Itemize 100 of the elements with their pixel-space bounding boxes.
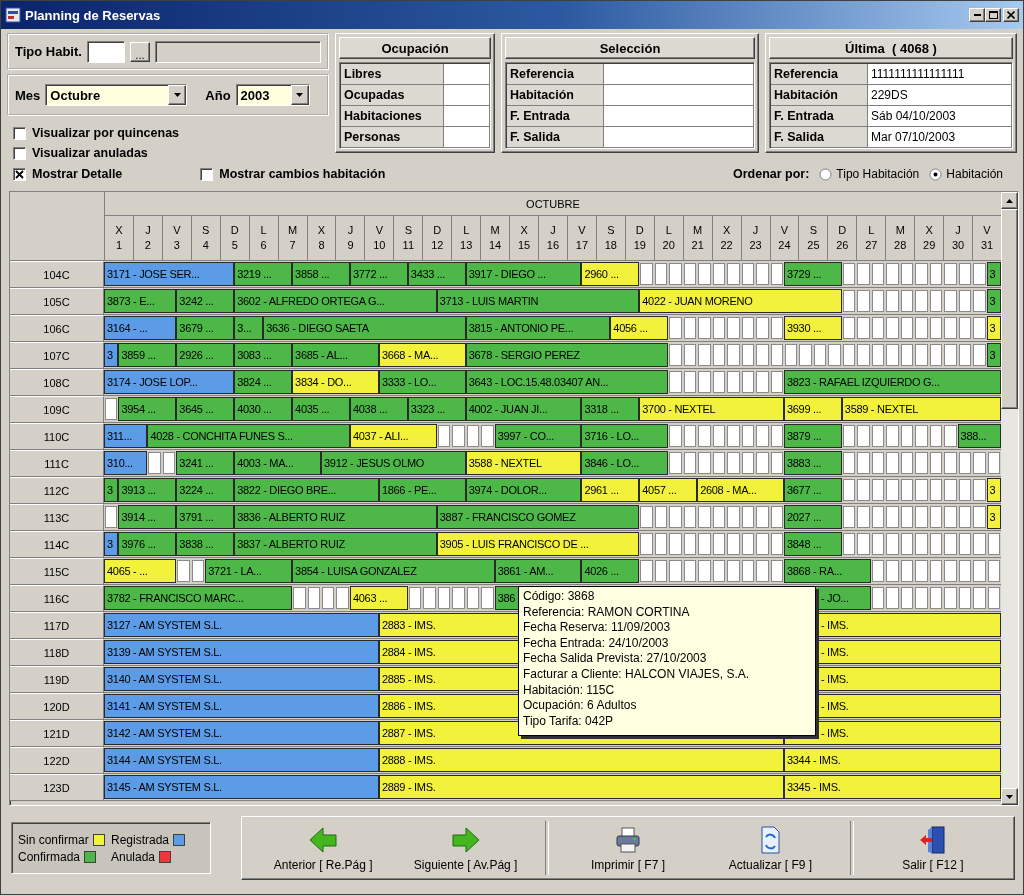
toolbar-button[interactable]: Imprimir [ F7 ] (556, 820, 700, 876)
checkbox-label[interactable]: Mostrar cambios habitación (219, 167, 386, 181)
booking-bar[interactable]: 3822 - DIEGO BRE... (234, 478, 379, 502)
booking-bar[interactable]: 4038 ... (349, 397, 408, 421)
booking-bar[interactable]: 4026 ... (581, 559, 640, 583)
booking-bar[interactable]: 3602 - ALFREDO ORTEGA G... (234, 289, 437, 313)
booking-bar[interactable]: 3848 ... (783, 532, 842, 556)
booking-bar[interactable]: 3345 - IMS. (783, 775, 1001, 799)
booking-bar[interactable]: 3344 - IMS. (783, 748, 1001, 772)
booking-bar[interactable]: 3912 - JESUS OLMO (321, 451, 466, 475)
month-dropdown[interactable]: Octubre (45, 84, 188, 106)
booking-bar[interactable]: 3 (986, 289, 1001, 313)
booking-bar[interactable]: 3861 - AM... (494, 559, 582, 583)
booking-bar[interactable]: 2961 ... (581, 478, 640, 502)
dropdown-arrow-button[interactable] (168, 85, 187, 105)
booking-bar[interactable]: 4030 ... (234, 397, 293, 421)
scroll-thumb[interactable] (1001, 209, 1018, 409)
booking-bar[interactable]: 3668 - MA... (378, 343, 466, 367)
booking-bar[interactable]: 3323 ... (407, 397, 466, 421)
booking-bar[interactable]: 3823 - RAFAEL IZQUIERDO G... (783, 370, 1001, 394)
scroll-down-button[interactable] (1001, 788, 1018, 805)
booking-bar[interactable]: 3219 ... (234, 262, 293, 286)
booking-bar[interactable]: 1866 - PE... (378, 478, 466, 502)
booking-bar[interactable]: 3859 ... (118, 343, 177, 367)
checkbox[interactable] (13, 146, 26, 160)
checkbox-label[interactable]: Visualizar anuladas (32, 146, 148, 160)
booking-bar[interactable]: 3834 - DO... (292, 370, 379, 394)
booking-bar[interactable]: 310... (104, 451, 148, 475)
booking-bar[interactable]: 3721 - LA... (205, 559, 293, 583)
booking-bar[interactable]: 3677 ... (783, 478, 842, 502)
booking-bar[interactable]: 3679 ... (176, 316, 235, 340)
toolbar-button[interactable]: Salir [ F12 ] (861, 820, 1005, 876)
checkbox-label[interactable]: Mostrar Detalle (32, 167, 123, 181)
booking-bar[interactable]: 3772 ... (349, 262, 408, 286)
booking-bar[interactable]: 2027 ... (783, 505, 842, 529)
scroll-up-button[interactable] (1001, 192, 1018, 209)
booking-bar[interactable]: 3836 - ALBERTO RUIZ (234, 505, 437, 529)
booking-bar[interactable]: 3083 ... (234, 343, 293, 367)
booking-bar[interactable]: 3 (986, 343, 1001, 367)
checkbox[interactable] (13, 167, 26, 181)
booking-bar[interactable]: 3713 - LUIS MARTIN (436, 289, 640, 313)
booking-bar[interactable]: 3815 - ANTONIO PE... (465, 316, 611, 340)
booking-bar[interactable]: 3716 - LO... (581, 424, 669, 448)
booking-bar[interactable]: 3685 - AL... (292, 343, 379, 367)
booking-bar[interactable]: 3... (234, 316, 264, 340)
booking-bar[interactable]: 3241 ... (176, 451, 235, 475)
close-button[interactable] (1003, 8, 1019, 22)
room-type-field[interactable] (86, 40, 125, 63)
booking-bar[interactable]: 3140 - AM SYSTEM S.L. (104, 667, 379, 691)
booking-bar[interactable]: 3700 - NEXTEL (639, 397, 784, 421)
booking-bar[interactable]: 3 (104, 532, 119, 556)
booking-bar[interactable]: 4057 ... (639, 478, 698, 502)
booking-bar[interactable]: 3144 - AM SYSTEM S.L. (104, 748, 379, 772)
booking-bar[interactable]: 3791 ... (176, 505, 235, 529)
radio-button[interactable] (819, 167, 833, 181)
booking-bar[interactable]: 388... (957, 424, 1001, 448)
booking-bar[interactable]: 3887 - FRANCISCO GOMEZ (436, 505, 640, 529)
booking-bar[interactable]: 3782 - FRANCISCO MARC... (104, 586, 293, 610)
checkbox[interactable] (13, 126, 26, 140)
booking-bar[interactable]: 3879 ... (783, 424, 842, 448)
checkbox[interactable] (200, 167, 214, 181)
booking-bar[interactable]: 3171 - JOSE SER... (104, 262, 235, 286)
booking-bar[interactable]: 3976 ... (118, 532, 177, 556)
dropdown-arrow-button[interactable] (290, 85, 309, 105)
booking-bar[interactable]: 3917 - DIEGO ... (465, 262, 582, 286)
booking-bar[interactable]: 3997 - CO... (494, 424, 582, 448)
radio-option[interactable]: Habitación (929, 167, 1003, 181)
booking-bar[interactable]: 4022 - JUAN MORENO (639, 289, 842, 313)
booking-bar[interactable]: 3854 - LUISA GONZALEZ (292, 559, 495, 583)
booking-bar[interactable]: 3824 ... (234, 370, 293, 394)
booking-bar[interactable]: 3333 - LO... (378, 370, 466, 394)
booking-bar[interactable]: 3954 ... (118, 397, 177, 421)
booking-bar[interactable]: 3858 ... (292, 262, 350, 286)
toolbar-button[interactable]: Siguiente [ Av.Pág ] (394, 820, 537, 876)
booking-bar[interactable]: 3433 ... (407, 262, 466, 286)
booking-bar[interactable]: 3883 ... (783, 451, 842, 475)
booking-bar[interactable]: 3645 ... (176, 397, 235, 421)
booking-bar[interactable]: 4065 - ... (104, 559, 177, 583)
radio-option[interactable]: Tipo Habitación (819, 167, 920, 181)
booking-bar[interactable]: 3164 - ... (104, 316, 177, 340)
booking-bar[interactable]: 3588 - NEXTEL (465, 451, 582, 475)
booking-bar[interactable]: 2926 ... (176, 343, 235, 367)
booking-bar[interactable]: 311... (104, 424, 148, 448)
booking-bar[interactable]: 3837 - ALBERTO RUIZ (234, 532, 437, 556)
booking-bar[interactable]: 4003 - MA... (234, 451, 321, 475)
booking-bar[interactable]: 3318 ... (581, 397, 640, 421)
booking-bar[interactable]: 3145 - AM SYSTEM S.L. (104, 775, 379, 799)
year-dropdown[interactable]: 2003 (235, 84, 310, 106)
booking-bar[interactable]: 3139 - AM SYSTEM S.L. (104, 640, 379, 664)
booking-bar[interactable]: 2888 - IMS. (378, 748, 784, 772)
booking-bar[interactable]: 3141 - AM SYSTEM S.L. (104, 694, 379, 718)
booking-bar[interactable]: 2889 - IMS. (378, 775, 784, 799)
booking-bar[interactable]: 3 (986, 316, 1001, 340)
booking-bar[interactable]: 4056 ... (610, 316, 669, 340)
booking-bar[interactable]: 3868 - RA... (783, 559, 871, 583)
booking-bar[interactable]: 3678 - SERGIO PEREZ (465, 343, 669, 367)
booking-bar[interactable]: 4035 ... (292, 397, 350, 421)
booking-bar[interactable]: 3636 - DIEGO SAETA (263, 316, 466, 340)
booking-bar[interactable]: 4002 - JUAN JI... (465, 397, 582, 421)
booking-bar[interactable]: 3224 ... (176, 478, 235, 502)
